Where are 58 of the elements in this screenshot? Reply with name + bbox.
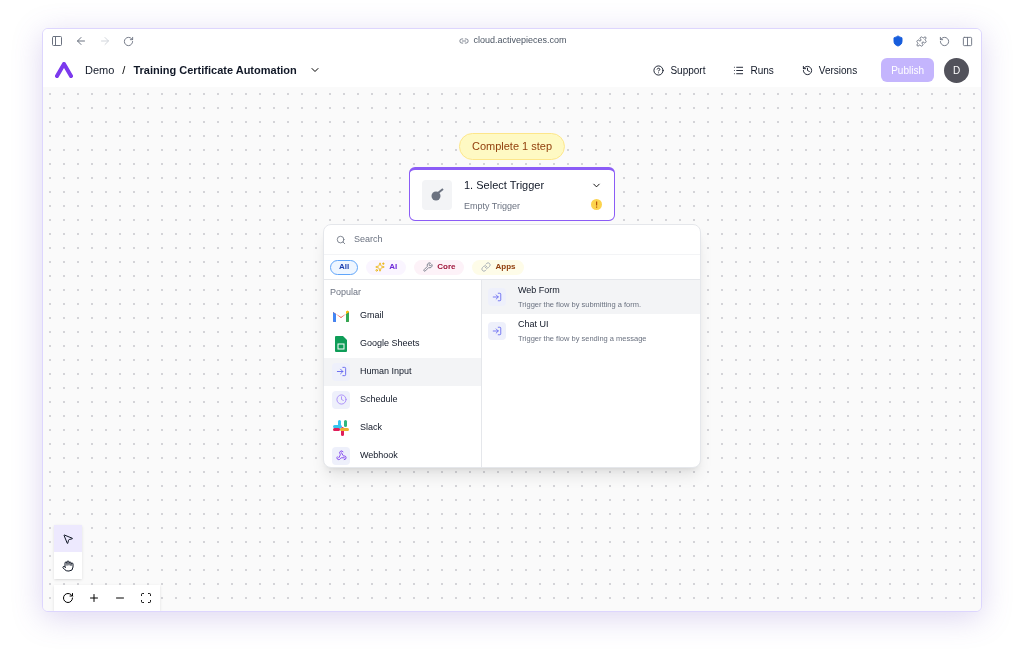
pointer-tool-button[interactable] — [54, 525, 82, 552]
fit-view-icon[interactable] — [140, 592, 152, 604]
link-icon — [481, 262, 492, 272]
search-icon — [336, 234, 346, 245]
list-icon — [733, 64, 745, 76]
piece-list-item[interactable]: Schedule — [324, 385, 481, 414]
step-subtitle: Empty Trigger — [464, 199, 522, 213]
trigger-name: Chat UI — [518, 317, 550, 331]
logo-icon — [55, 62, 73, 78]
mail-logo-icon — [333, 309, 349, 322]
hash-logo-icon — [333, 419, 349, 436]
breadcrumb-separator: / — [122, 62, 126, 78]
sync-icon[interactable] — [939, 35, 950, 47]
flow-name: Training Certificate Automation — [133, 62, 297, 78]
split-view-icon[interactable] — [962, 35, 973, 47]
trigger-icon — [422, 180, 452, 210]
filter-chip[interactable]: Apps — [472, 259, 525, 275]
extension-icon[interactable] — [916, 35, 927, 47]
section-heading: Popular — [329, 286, 363, 299]
history-icon — [801, 64, 813, 76]
piece-list-item[interactable]: Human Input — [324, 357, 481, 386]
trigger-name: Web Form — [518, 283, 561, 297]
hand-tool-button[interactable] — [54, 552, 82, 579]
user-avatar[interactable]: D — [944, 57, 969, 83]
pointer-icon — [62, 532, 74, 545]
project-name[interactable]: Demo — [85, 61, 115, 79]
sparkles-icon — [375, 262, 386, 272]
filter-chip[interactable]: Core — [414, 259, 465, 275]
webhook-icon — [332, 446, 350, 465]
filter-chip[interactable]: AI — [366, 259, 407, 275]
piece-list-item[interactable]: Slack — [324, 413, 481, 442]
shield-icon[interactable] — [892, 35, 904, 47]
piece-list-item[interactable]: Webhook — [324, 441, 481, 467]
reload-icon[interactable] — [123, 35, 134, 47]
enter-box-icon — [332, 362, 350, 381]
filter-chip[interactable]: All — [330, 259, 359, 275]
step-card[interactable]: 1. Select Trigger Empty Trigger — [409, 167, 615, 221]
enter-box-icon — [488, 322, 506, 340]
reset-icon[interactable] — [62, 592, 74, 604]
help-icon — [653, 64, 665, 76]
piece-list-item[interactable]: Google Sheets — [324, 329, 481, 358]
enter-box-icon — [488, 288, 506, 306]
step-title: 1. Select Trigger — [464, 178, 546, 193]
search-field[interactable]: Search — [354, 232, 688, 247]
header-action-button[interactable]: Versions — [793, 62, 866, 78]
wrench-icon — [423, 262, 434, 272]
zoom-in-icon[interactable] — [88, 592, 100, 604]
hand-icon — [62, 559, 74, 572]
status-banner: Complete 1 step — [458, 133, 566, 160]
back-icon[interactable] — [75, 35, 87, 47]
clock-icon — [332, 390, 350, 409]
sidebar-toggle-icon[interactable] — [51, 35, 63, 47]
piece-list-item[interactable]: Gmail — [324, 301, 481, 330]
address-bar-url[interactable]: cloud.activepieces.com — [473, 34, 567, 48]
header-action-button[interactable]: Runs — [725, 62, 782, 78]
spreadsheet-logo-icon — [335, 335, 347, 352]
link-icon — [459, 36, 470, 46]
header-action-button[interactable]: Support — [645, 62, 714, 78]
